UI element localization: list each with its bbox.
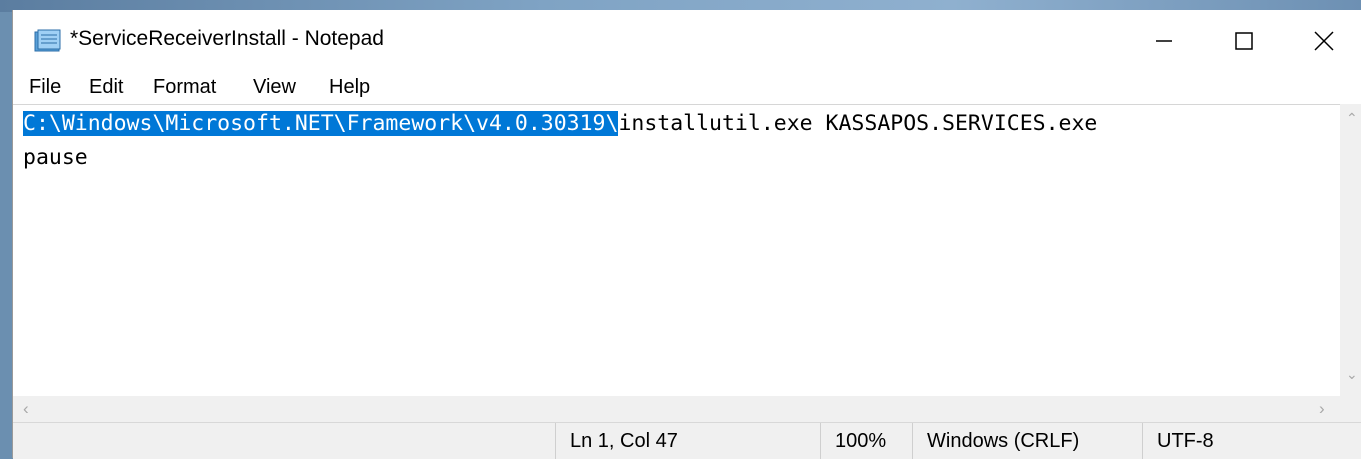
maximize-button[interactable] — [1213, 10, 1275, 72]
scroll-up-icon[interactable]: ⌃ — [1346, 110, 1358, 127]
status-bar: Ln 1, Col 47 100% Windows (CRLF) UTF-8 — [13, 422, 1361, 459]
notepad-icon — [34, 29, 61, 52]
editor-line-2: pause — [23, 145, 88, 170]
scroll-right-icon[interactable]: › — [1319, 399, 1325, 419]
status-encoding: UTF-8 — [1142, 423, 1361, 459]
menu-format[interactable]: Format — [153, 76, 216, 99]
editor-line-1: C:\Windows\Microsoft.NET\Framework\v4.0.… — [23, 108, 1097, 140]
minimize-icon — [1156, 40, 1172, 42]
status-position: Ln 1, Col 47 — [555, 423, 820, 459]
menu-bar: File Edit Format View Help — [13, 72, 1361, 104]
menu-edit[interactable]: Edit — [89, 76, 123, 99]
selected-text: C:\Windows\Microsoft.NET\Framework\v4.0.… — [23, 111, 619, 136]
text-editor[interactable]: C:\Windows\Microsoft.NET\Framework\v4.0.… — [13, 104, 1340, 397]
title-bar[interactable]: *ServiceReceiverInstall - Notepad — [13, 10, 1361, 72]
status-line-ending: Windows (CRLF) — [912, 423, 1142, 459]
menu-view[interactable]: View — [253, 76, 296, 99]
scroll-left-icon[interactable]: ‹ — [23, 399, 29, 419]
scroll-corner — [1340, 396, 1361, 422]
horizontal-scrollbar[interactable]: ‹ › — [13, 396, 1340, 422]
minimize-button[interactable] — [1133, 10, 1195, 72]
menu-help[interactable]: Help — [329, 76, 370, 99]
notepad-window: *ServiceReceiverInstall - Notepad File E… — [12, 10, 1361, 459]
close-icon — [1314, 31, 1334, 51]
status-zoom: 100% — [820, 423, 912, 459]
close-button[interactable] — [1293, 10, 1355, 72]
maximize-icon — [1235, 32, 1253, 50]
scroll-down-icon[interactable]: ⌄ — [1346, 366, 1358, 383]
vertical-scrollbar[interactable]: ⌃ ⌄ — [1340, 104, 1361, 396]
unselected-text: installutil.exe KASSAPOS.SERVICES.exe — [618, 111, 1098, 136]
menu-file[interactable]: File — [29, 76, 61, 99]
window-title: *ServiceReceiverInstall - Notepad — [70, 27, 384, 50]
